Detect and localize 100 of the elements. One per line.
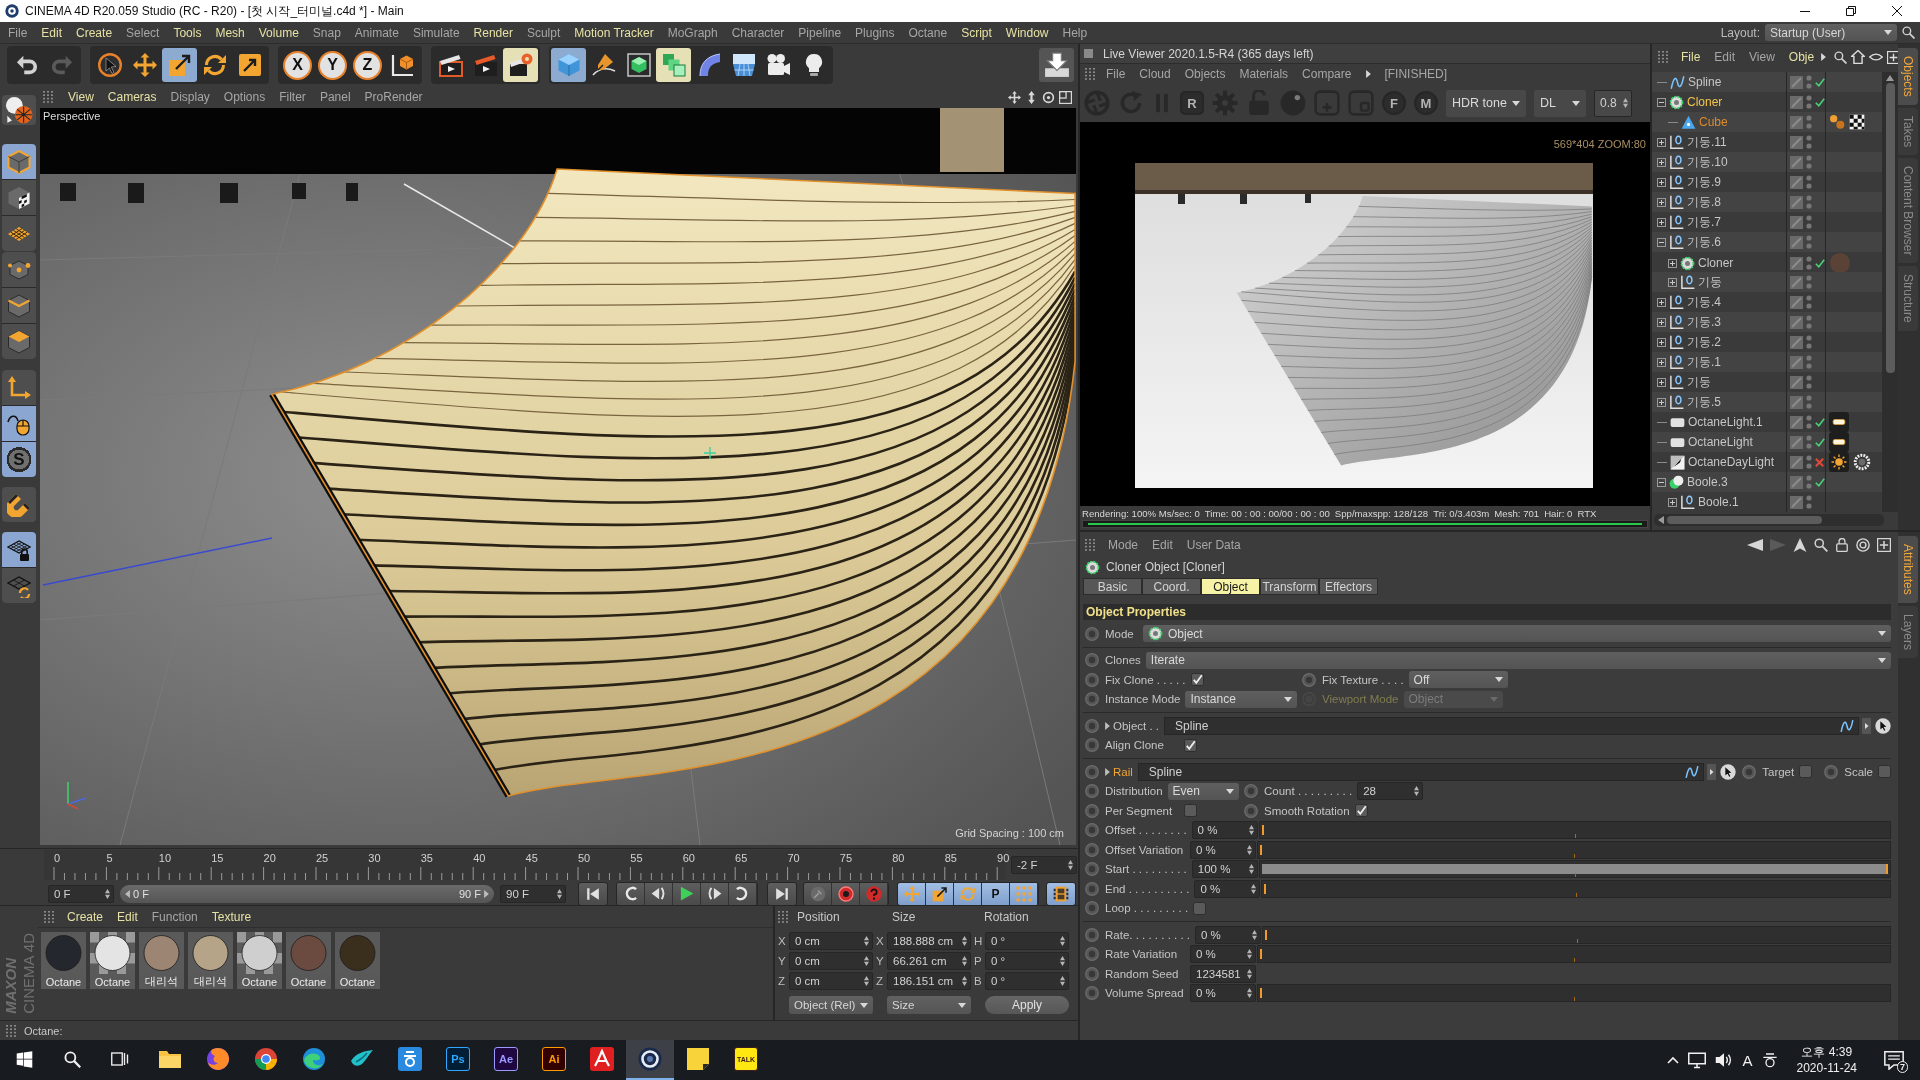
menu-item[interactable]: Motion Tracker — [567, 24, 661, 41]
render-to-viewer-button[interactable] — [1039, 48, 1074, 82]
cursor-circle-icon[interactable] — [1875, 717, 1891, 734]
material-swatch[interactable]: Octane — [90, 932, 135, 989]
menu-item[interactable]: User Data — [1179, 537, 1248, 553]
notification-button[interactable]: 7 — [1876, 1040, 1912, 1080]
side-tab[interactable]: Structure — [1898, 266, 1918, 332]
move-key-toggle[interactable] — [898, 882, 926, 905]
number-field[interactable]: 0 % — [1190, 945, 1256, 964]
model-mode-button[interactable] — [2, 144, 36, 179]
minus-box-icon[interactable] — [1657, 97, 1666, 107]
monitor-icon[interactable] — [1688, 1051, 1707, 1069]
menu-item[interactable]: Simulate — [405, 24, 467, 41]
keyframe-toggle[interactable] — [1824, 764, 1839, 779]
object-row[interactable]: 기둥 — [1652, 272, 1882, 292]
material-swatch[interactable]: Octane — [286, 932, 331, 989]
number-field[interactable]: 28 — [1357, 782, 1424, 801]
menu-item[interactable]: Window — [998, 24, 1056, 41]
number-field[interactable]: 0 % — [1190, 984, 1256, 1003]
menu-item[interactable]: Texture — [204, 908, 259, 925]
timeline-view-button[interactable] — [1046, 881, 1076, 906]
coordinate-field[interactable]: 66.261 cm — [887, 952, 971, 970]
number-field[interactable]: 0 % — [1190, 840, 1256, 859]
tab[interactable]: Coord. — [1142, 578, 1201, 595]
material-swatch[interactable]: 대리석 — [188, 932, 233, 989]
dropdown[interactable]: Off — [1408, 671, 1508, 689]
arrow-tab-icon[interactable] — [1862, 717, 1871, 734]
axis-mode-button[interactable] — [2, 370, 36, 405]
material-swatch[interactable]: Octane — [41, 932, 86, 989]
plus-box-icon[interactable] — [1657, 177, 1666, 187]
plus-box-icon[interactable] — [1657, 397, 1666, 407]
kernel-dropdown[interactable]: DL — [1534, 89, 1586, 117]
end-frame-field[interactable]: 90 F — [500, 884, 566, 903]
menu-item[interactable]: Pipeline — [791, 24, 849, 41]
coordinate-field[interactable]: 0 ° — [985, 972, 1069, 990]
keyframe-toggle[interactable] — [1085, 881, 1099, 896]
letter-tool-button[interactable]: R — [1180, 91, 1204, 115]
current-frame-field[interactable]: -2 F — [1011, 856, 1077, 874]
apply-button[interactable]: Apply — [985, 996, 1069, 1014]
parameter-key-toggle[interactable]: P — [982, 882, 1010, 905]
scale-key-toggle[interactable] — [926, 882, 954, 905]
input-mode-indicator[interactable]: A — [1742, 1051, 1753, 1069]
points-mode-button[interactable] — [2, 252, 36, 287]
horizontal-scrollbar[interactable] — [1654, 514, 1885, 526]
menu-item[interactable]: Render — [466, 24, 520, 41]
start-frame-field[interactable]: 0 F — [48, 884, 114, 903]
plus-box-icon[interactable] — [1657, 217, 1666, 227]
menu-item[interactable]: File — [1099, 66, 1133, 82]
size-mode-dropdown[interactable]: Size — [887, 996, 971, 1014]
home-icon[interactable] — [1851, 50, 1866, 64]
menu-item[interactable]: Display — [163, 89, 217, 105]
side-tab[interactable]: Layers — [1898, 605, 1918, 658]
tab[interactable]: Transform — [1260, 578, 1319, 595]
value-field[interactable]: 0.8 — [1594, 89, 1632, 117]
material-swatch[interactable]: 대리석 — [139, 932, 184, 989]
keyframe-toggle[interactable] — [1302, 672, 1316, 687]
side-tab[interactable]: Objects — [1898, 48, 1918, 105]
first-frame-button[interactable] — [578, 881, 608, 906]
plus-box-icon[interactable] — [1657, 377, 1666, 387]
keyframe-toggle[interactable] — [1085, 823, 1099, 838]
menu-item[interactable]: Edit — [110, 908, 145, 925]
magnet-tool-button[interactable] — [2, 487, 36, 522]
ring-dot-icon[interactable] — [1042, 90, 1055, 104]
menu-item[interactable]: Materials — [1232, 66, 1296, 82]
coordinate-mode-dropdown[interactable]: Object (Rel) — [789, 996, 873, 1014]
sphere-icon[interactable] — [1280, 90, 1306, 116]
object-row[interactable]: OctaneLight — [1652, 432, 1882, 452]
vertical-scrollbar[interactable] — [1882, 72, 1898, 512]
search-icon[interactable] — [1814, 538, 1828, 552]
link-field[interactable]: Spline — [1137, 762, 1705, 781]
keyframe-toggle[interactable] — [1085, 803, 1099, 818]
checkbox[interactable] — [1190, 673, 1204, 687]
key-button[interactable] — [804, 882, 832, 905]
menu-item[interactable]: Character — [724, 24, 792, 41]
keyframe-toggle[interactable] — [1244, 784, 1258, 799]
edges-mode-button[interactable] — [2, 288, 36, 323]
number-field[interactable]: 100 % — [1191, 860, 1258, 879]
menu-item[interactable]: Compare — [1295, 66, 1359, 82]
previous-frame-button[interactable] — [645, 882, 673, 905]
checkbox[interactable] — [1799, 765, 1813, 779]
next-frame-button[interactable] — [701, 882, 729, 905]
play-button[interactable] — [673, 882, 701, 905]
keyframe-toggle[interactable] — [1244, 803, 1258, 818]
object-row[interactable]: 기둥.6 — [1652, 232, 1882, 252]
dropdown[interactable]: Iterate — [1145, 651, 1891, 669]
coordinate-field[interactable]: 0 ° — [985, 932, 1069, 950]
four-way-arrow-icon[interactable] — [1008, 90, 1021, 104]
keyframe-toggle[interactable] — [1742, 764, 1757, 779]
clock[interactable]: 오후 4:39 2020-11-24 — [1786, 1044, 1867, 1076]
search-icon[interactable] — [1834, 50, 1848, 64]
menu-item[interactable]: Snap — [305, 24, 348, 41]
axis-lock-button[interactable]: X — [283, 50, 312, 80]
menu-item[interactable]: Octane — [901, 24, 955, 41]
menu-item[interactable]: Panel — [312, 89, 358, 105]
chevron-up-icon[interactable] — [1667, 1056, 1680, 1064]
polygons-mode-button[interactable] — [2, 324, 36, 359]
keyframe-toggle[interactable] — [1085, 784, 1099, 799]
checkbox[interactable] — [1193, 901, 1207, 915]
coordinate-field[interactable]: 0 cm — [789, 952, 873, 970]
frame-range-bar[interactable]: 0 F 90 F — [120, 884, 494, 903]
